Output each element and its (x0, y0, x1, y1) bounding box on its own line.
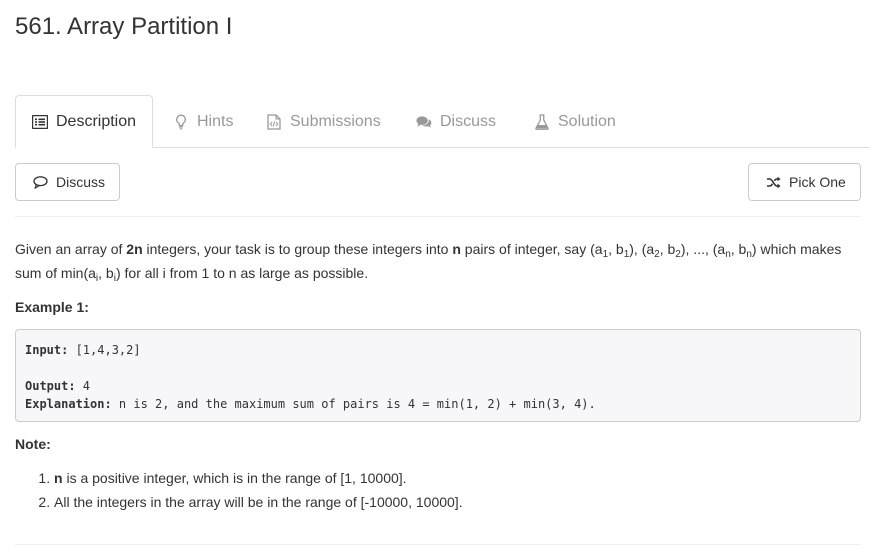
page-title: 561. Array Partition I (15, 13, 233, 40)
tab-label: Discuss (440, 112, 497, 130)
input-value: [1,4,3,2] (68, 343, 141, 357)
explanation-label: Explanation: (25, 397, 112, 411)
problem-description: Given an array of 2n integers, your task… (15, 241, 842, 284)
explanation-value: n is 2, and the maximum sum of pairs is … (111, 397, 596, 411)
list-alt-icon (32, 114, 48, 130)
tab-submissions[interactable]: Submissions (250, 95, 397, 148)
note-item: All the integers in the array will be in… (54, 490, 815, 514)
tab-label: Hints (197, 112, 234, 130)
input-label: Input: (25, 343, 69, 357)
tab-hints[interactable]: Hints (157, 95, 249, 148)
pick-one-label: Pick One (789, 174, 846, 190)
output-label: Output: (25, 379, 76, 393)
tab-label: Description (56, 112, 137, 130)
divider (15, 216, 861, 217)
comment-icon (32, 174, 48, 190)
example-heading: Example 1: (15, 299, 89, 315)
output-value: 4 (75, 379, 91, 393)
tab-solution[interactable]: Solution (518, 95, 632, 148)
tab-description[interactable]: Description (15, 95, 153, 148)
discuss-button-label: Discuss (56, 174, 106, 190)
pick-one-button[interactable]: Pick One (748, 163, 861, 201)
tab-discuss[interactable]: Discuss (400, 95, 512, 148)
tab-label: Submissions (290, 112, 381, 130)
tab-label: Solution (558, 112, 616, 130)
random-icon (765, 174, 781, 190)
code-file-icon (266, 113, 282, 130)
tab-bar: Description Hints Submissions Discuss So… (15, 95, 870, 148)
discuss-button[interactable]: Discuss (15, 163, 120, 201)
divider (15, 544, 861, 545)
flask-icon (534, 113, 550, 130)
example-code-block: Input: [1,4,3,2] Output: 4 Explanation: … (15, 329, 861, 422)
comments-icon (416, 114, 432, 130)
note-heading: Note: (15, 436, 51, 452)
note-list: n is a positive integer, which is in the… (15, 466, 815, 514)
lightbulb-icon (173, 114, 189, 130)
note-item: n is a positive integer, which is in the… (54, 466, 815, 490)
